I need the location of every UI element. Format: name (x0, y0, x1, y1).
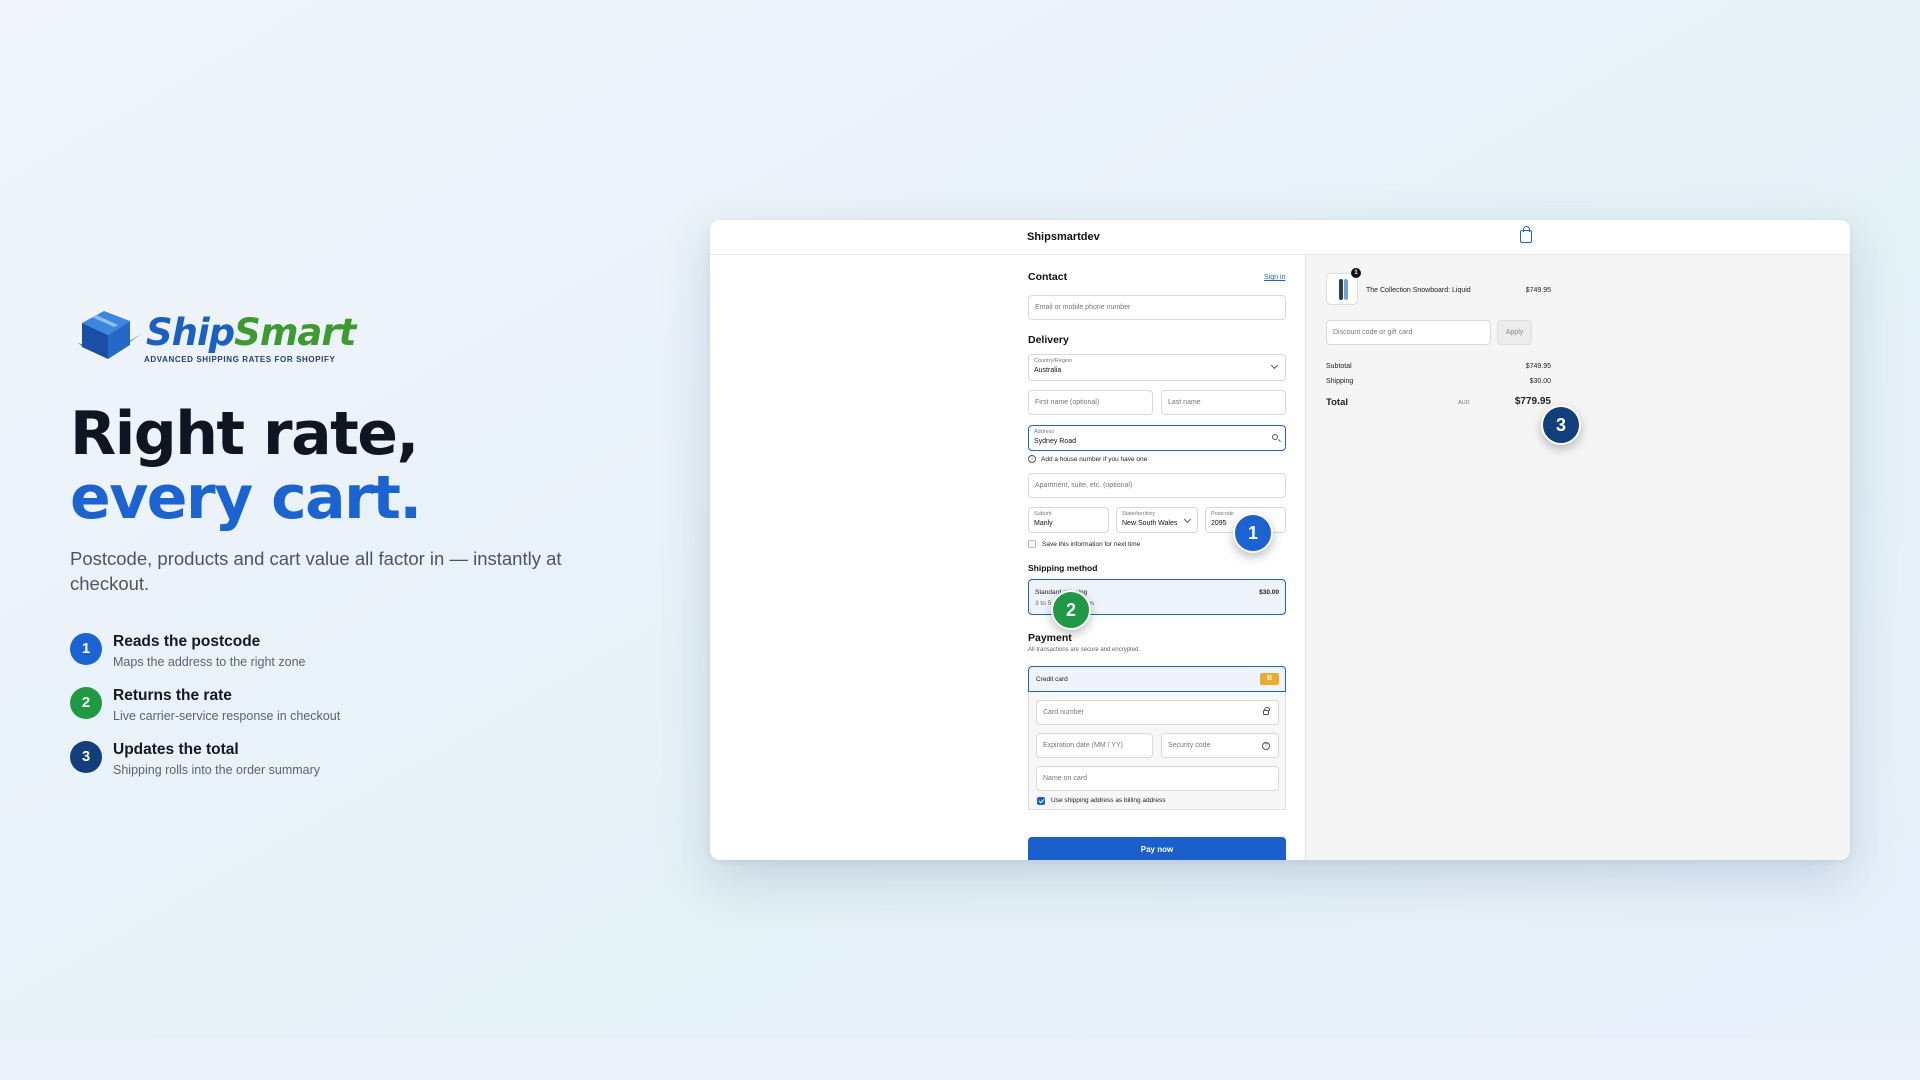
total-label: Total (1326, 397, 1348, 408)
last-name-field[interactable]: Last name (1161, 390, 1286, 415)
headline-line-1: Right rate, (70, 399, 419, 469)
delivery-title: Delivery (1028, 334, 1069, 346)
chevron-down-icon (1270, 361, 1279, 370)
search-icon[interactable] (1272, 434, 1278, 440)
email-field[interactable]: Email or mobile phone number (1028, 295, 1286, 320)
card-details-panel: Card number Expiration date (MM / YY) Se… (1028, 692, 1286, 810)
info-icon: i (1028, 455, 1036, 463)
suburb-field[interactable]: Suburb Manly (1028, 507, 1109, 533)
shopping-bag-icon[interactable] (1520, 226, 1532, 243)
security-code-field[interactable]: Security code ? (1161, 733, 1279, 758)
expiry-field[interactable]: Expiration date (MM / YY) (1036, 733, 1153, 758)
pay-now-button[interactable]: Pay now (1028, 837, 1286, 860)
billing-same-checkbox[interactable] (1037, 797, 1045, 805)
checkout-window: Shipsmartdev 1 The Collection Snowboard:… (710, 220, 1850, 860)
step-title: Reads the postcode (113, 633, 261, 650)
callout-badge-1: 1 (1233, 513, 1273, 553)
bottom-band (0, 1038, 1920, 1080)
first-name-field[interactable]: First name (optional) (1028, 390, 1153, 415)
help-icon[interactable]: ? (1262, 742, 1270, 750)
step-number-badge: 1 (70, 633, 102, 665)
order-summary-pane: 1 The Collection Snowboard: Liquid $749.… (1305, 255, 1850, 860)
subtotal-value: $749.95 (1525, 363, 1551, 370)
currency-code: AUD (1458, 400, 1470, 406)
step-number-badge: 2 (70, 687, 102, 719)
shipsmart-logo: ShipSmart ADVANCED SHIPPING RATES FOR SH… (74, 303, 356, 365)
shipping-value: $30.00 (1529, 378, 1551, 385)
box-logo-icon (78, 311, 142, 359)
headline-line-2: every cart. (70, 463, 422, 533)
step-title: Returns the rate (113, 687, 232, 704)
credit-card-label: Credit card (1036, 676, 1068, 683)
logo-tagline: ADVANCED SHIPPING RATES FOR SHOPIFY (144, 355, 336, 364)
snowboard-image (1344, 279, 1348, 300)
name-on-card-field[interactable]: Name on card (1036, 766, 1279, 791)
card-number-field[interactable]: Card number (1036, 700, 1279, 725)
credit-card-option[interactable]: Credit card B (1028, 666, 1286, 692)
shop-name[interactable]: Shipsmartdev (1027, 231, 1100, 243)
quantity-badge: 1 (1351, 268, 1361, 278)
save-info-checkbox[interactable] (1028, 540, 1036, 548)
callout-badge-3: 3 (1541, 405, 1581, 445)
save-info-label: Save this information for next time (1042, 541, 1141, 548)
state-select[interactable]: State/territory New South Wales (1116, 507, 1198, 533)
contact-title: Contact (1028, 271, 1068, 283)
shipping-option-price: $30.00 (1259, 589, 1279, 596)
product-thumbnail (1326, 273, 1358, 305)
subtotal-label: Subtotal (1326, 363, 1352, 370)
shipping-label: Shipping (1326, 378, 1354, 385)
callout-badge-2: 2 (1051, 590, 1091, 630)
step-description: Live carrier-service response in checkou… (113, 709, 341, 723)
logo-wordmark: ShipSmart (146, 311, 356, 354)
address-hint: Add a house number if you have one (1041, 456, 1148, 463)
discount-code-input[interactable]: Discount code or gift card (1326, 320, 1491, 345)
address-field[interactable]: Address Sydney Road (1028, 425, 1286, 451)
total-value: $779.95 (1514, 396, 1551, 407)
product-name: The Collection Snowboard: Liquid (1366, 287, 1471, 294)
step-title: Updates the total (113, 741, 239, 758)
hero-headline: Right rate, every cart. (70, 399, 422, 533)
shipping-method-title: Shipping method (1028, 563, 1098, 573)
lock-icon (1263, 707, 1270, 715)
checkout-header: Shipsmartdev (710, 220, 1850, 255)
step-number-badge: 3 (70, 741, 102, 773)
hero-subtext: Postcode, products and cart value all fa… (70, 548, 562, 594)
apartment-field[interactable]: Apartment, suite, etc. (optional) (1028, 473, 1286, 498)
chevron-down-icon (1183, 515, 1192, 524)
snowboard-image (1339, 279, 1343, 300)
card-brand-icon: B (1260, 673, 1279, 685)
payment-title: Payment (1028, 632, 1072, 644)
step-description: Shipping rolls into the order summary (113, 763, 321, 777)
sign-in-link[interactable]: Sign in (1264, 274, 1285, 281)
payment-subtitle: All transactions are secure and encrypte… (1028, 647, 1141, 653)
country-select[interactable]: Country/Region Australia (1028, 354, 1286, 381)
billing-same-label: Use shipping address as billing address (1051, 797, 1166, 804)
apply-discount-button[interactable]: Apply (1497, 320, 1532, 345)
step-description: Maps the address to the right zone (113, 655, 306, 669)
product-price: $749.95 (1525, 287, 1551, 294)
